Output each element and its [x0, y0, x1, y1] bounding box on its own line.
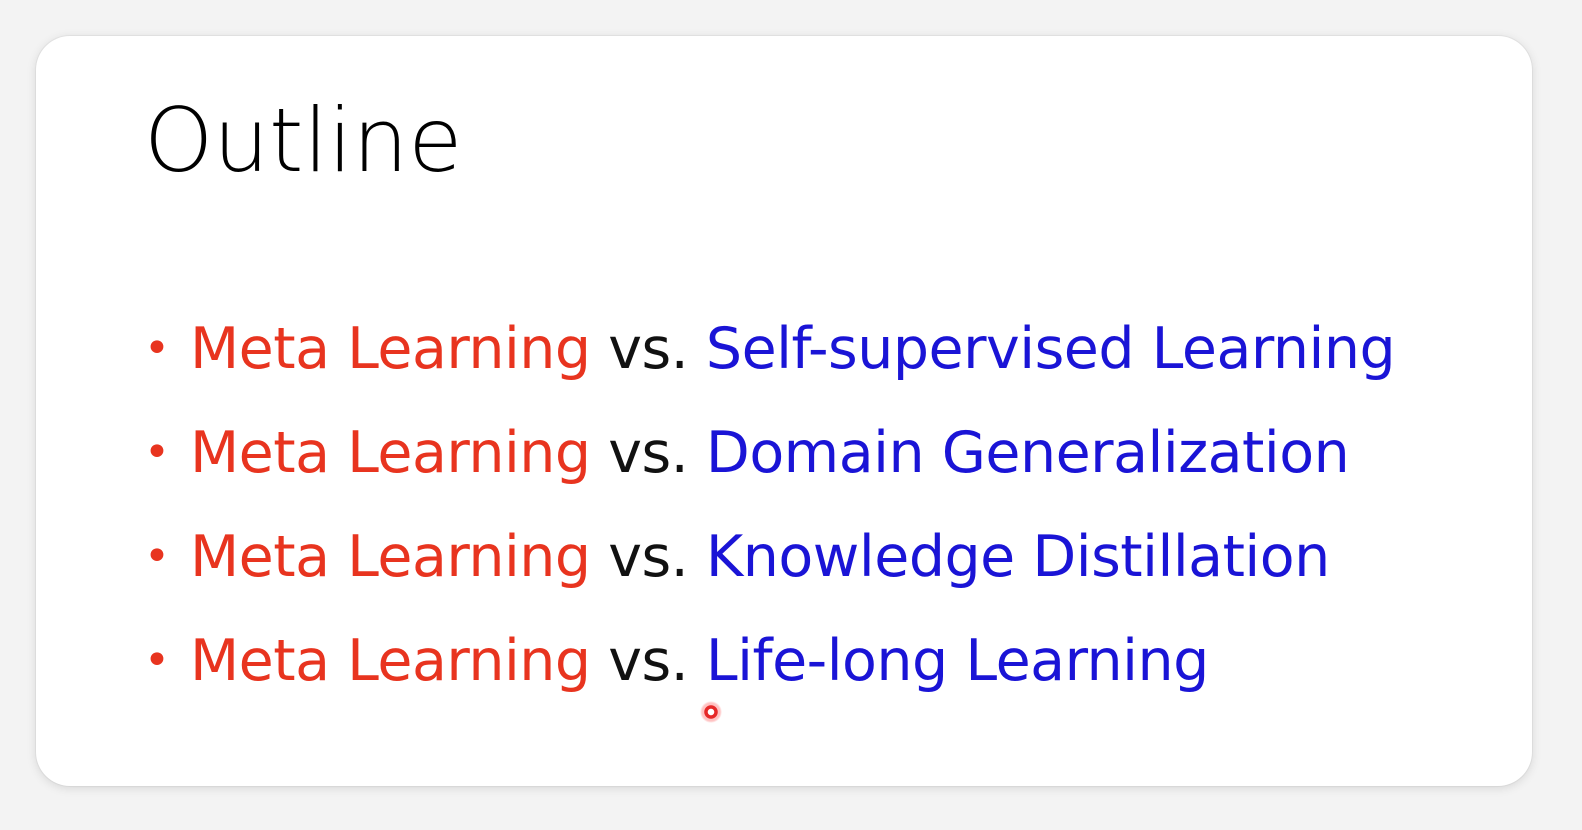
- outline-list: • Meta Learning vs. Self-supervised Learn…: [144, 314, 1396, 730]
- bullet-icon: •: [144, 635, 170, 686]
- laser-pointer-icon: [700, 701, 722, 723]
- right-term: Self-supervised Learning: [705, 316, 1396, 382]
- connector-text: vs.: [608, 524, 689, 590]
- connector-text: vs.: [608, 628, 689, 694]
- bullet-icon: •: [144, 427, 170, 478]
- outline-item: • Meta Learning vs. Knowledge Distillatio…: [144, 522, 1395, 626]
- outline-item: • Meta Learning vs. Domain Generalization: [144, 418, 1395, 522]
- bullet-icon: •: [144, 531, 170, 582]
- connector-text: vs.: [608, 316, 689, 382]
- outline-item: • Meta Learning vs. Life-long Learning: [144, 626, 1395, 730]
- slide-title: Outline: [144, 89, 463, 192]
- left-term: Meta Learning: [190, 628, 591, 694]
- outline-item: • Meta Learning vs. Self-supervised Learn…: [144, 314, 1396, 418]
- left-term: Meta Learning: [190, 420, 591, 486]
- left-term: Meta Learning: [190, 524, 591, 590]
- right-term: Life-long Learning: [705, 628, 1209, 694]
- connector-text: vs.: [608, 420, 689, 486]
- left-term: Meta Learning: [190, 316, 591, 382]
- bullet-icon: •: [144, 323, 170, 374]
- right-term: Knowledge Distillation: [705, 524, 1330, 590]
- slide: Outline • Meta Learning vs. Self-supervis…: [36, 36, 1532, 786]
- right-term: Domain Generalization: [705, 420, 1350, 486]
